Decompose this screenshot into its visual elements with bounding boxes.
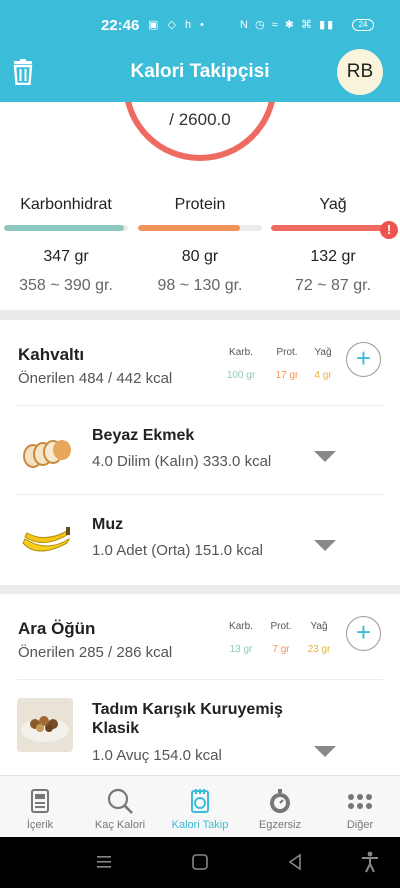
system-nav-bar xyxy=(0,837,400,888)
tracker-icon xyxy=(191,789,209,813)
back-icon[interactable] xyxy=(283,850,307,874)
food-name: Beyaz Ekmek xyxy=(92,427,195,444)
food-item[interactable]: Muz 1.0 Adet (Orta) 151.0 kcal xyxy=(17,495,383,584)
nuts-icon xyxy=(17,698,73,752)
fat-label: Yağ xyxy=(310,621,328,632)
recents-icon[interactable] xyxy=(92,850,116,874)
macro-carb-amount: 347 gr xyxy=(43,248,89,265)
chevron-down-icon[interactable] xyxy=(314,451,336,462)
macro-carb-label: Karbonhidrat xyxy=(20,196,112,213)
food-desc: 4.0 Dilim (Kalın) 333.0 kcal xyxy=(92,453,272,470)
meal-fat: Yağ 23 gr xyxy=(302,621,336,655)
macro-carb-fill xyxy=(4,225,125,231)
macro-fat-fill xyxy=(271,225,395,231)
carb-value: 100 gr xyxy=(226,370,256,381)
protein-value: 17 gr xyxy=(275,370,299,381)
meal-protein: Prot. 7 gr xyxy=(264,621,298,655)
status-time: 22:46 xyxy=(101,17,140,34)
stopwatch-icon xyxy=(270,789,290,813)
tab-exercise[interactable]: Egzersiz xyxy=(240,776,320,838)
food-desc: 1.0 Adet (Orta) 151.0 kcal xyxy=(92,542,263,559)
battery-icon: 24 xyxy=(352,19,374,31)
macro-protein: Protein 80 gr 98 ~ 130 gr. xyxy=(138,196,262,295)
meal-title: Kahvaltı xyxy=(18,345,85,364)
app-header: Kalori Takipçisi RB xyxy=(0,40,400,102)
food-desc: 1.0 Avuç 154.0 kcal xyxy=(92,747,222,764)
macro-fat-bar xyxy=(271,225,395,231)
more-icon xyxy=(348,794,372,809)
chevron-down-icon[interactable] xyxy=(314,746,336,757)
meal-protein: Prot. 17 gr xyxy=(270,347,304,381)
chevron-down-icon[interactable] xyxy=(314,540,336,551)
home-icon[interactable] xyxy=(188,850,212,874)
macro-protein-fill xyxy=(138,225,240,231)
macro-protein-label: Protein xyxy=(174,196,226,213)
tab-tracker[interactable]: Kalori Takip xyxy=(160,776,240,838)
calorie-summary: / 2600.0 Karbonhidrat 347 gr 358 ~ 390 g… xyxy=(0,102,400,310)
macro-fat: Yağ 132 gr 72 ~ 87 gr. xyxy=(271,196,395,295)
tab-label: Diğer xyxy=(346,819,374,831)
fat-value: 23 gr xyxy=(307,644,331,655)
macro-protein-bar xyxy=(138,225,262,231)
meal-snack: Ara Öğün Önerilen 285 / 286 kcal Karb. 1… xyxy=(0,594,400,775)
add-food-button[interactable]: + xyxy=(346,616,381,651)
meal-header: Kahvaltı Önerilen 484 / 442 kcal Karb. 1… xyxy=(17,320,383,406)
macro-protein-amount: 80 gr xyxy=(181,248,219,265)
status-bar: 22:46 ▣ ◇ h • N ◷ ≈ ✱ ⌘ ▮▮ 24 xyxy=(0,0,400,40)
tab-label: İçerik xyxy=(26,819,54,831)
meal-title: Ara Öğün xyxy=(18,619,96,638)
meal-subtitle: Önerilen 484 / 442 kcal xyxy=(18,370,173,387)
macro-carb-range: 358 ~ 390 gr. xyxy=(19,277,113,294)
meal-carb: Karb. 100 gr xyxy=(224,347,258,381)
fat-value: 4 gr xyxy=(314,370,332,381)
carb-value: 13 gr xyxy=(229,644,253,655)
carb-label: Karb. xyxy=(229,347,253,358)
content-icon xyxy=(31,789,49,813)
warning-icon[interactable]: ! xyxy=(380,221,398,239)
macro-fat-range: 72 ~ 87 gr. xyxy=(294,277,372,294)
bottom-tab-bar: İçerik Kaç Kalori Kalori Takip Egzersiz … xyxy=(0,775,400,837)
tab-content[interactable]: İçerik xyxy=(0,776,80,838)
tab-calories[interactable]: Kaç Kalori xyxy=(80,776,160,838)
food-item[interactable]: Tadım Karışık Kuruyemiş Klasik 1.0 Avuç … xyxy=(17,680,383,769)
meal-fat: Yağ 4 gr xyxy=(306,347,340,381)
meal-subtitle: Önerilen 285 / 286 kcal xyxy=(18,644,173,661)
tab-label: Kaç Kalori xyxy=(94,819,146,831)
fat-label: Yağ xyxy=(314,347,332,358)
macro-carb: Karbonhidrat 347 gr 358 ~ 390 gr. xyxy=(4,196,128,295)
banana-icon xyxy=(17,513,73,567)
protein-value: 7 gr xyxy=(272,644,290,655)
macro-carb-bar xyxy=(4,225,128,231)
meal-header: Ara Öğün Önerilen 285 / 286 kcal Karb. 1… xyxy=(17,594,383,680)
protein-label: Prot. xyxy=(276,347,298,358)
tab-label: Kalori Takip xyxy=(171,819,229,831)
macro-fat-label: Yağ xyxy=(319,196,347,213)
meal-carb: Karb. 13 gr xyxy=(224,621,258,655)
system-icons: N ◷ ≈ ✱ ⌘ ▮▮ xyxy=(240,19,336,31)
macro-fat-amount: 132 gr xyxy=(310,248,356,265)
tab-label: Egzersiz xyxy=(258,819,302,831)
meal-breakfast: Kahvaltı Önerilen 484 / 442 kcal Karb. 1… xyxy=(0,320,400,585)
carb-label: Karb. xyxy=(229,621,253,632)
avatar[interactable]: RB xyxy=(337,49,383,95)
search-icon xyxy=(107,788,133,814)
food-item[interactable]: Beyaz Ekmek 4.0 Dilim (Kalın) 333.0 kcal xyxy=(17,406,383,495)
add-food-button[interactable]: + xyxy=(346,342,381,377)
bread-icon xyxy=(17,424,73,478)
food-name: Tadım Karışık Kuruyemiş Klasik xyxy=(92,701,283,737)
notification-icons: ▣ ◇ h • xyxy=(148,19,207,31)
accessibility-icon[interactable] xyxy=(358,850,382,874)
calorie-total: / 2600.0 xyxy=(169,110,231,129)
food-name: Muz xyxy=(92,516,124,533)
tab-more[interactable]: Diğer xyxy=(320,776,400,838)
macro-protein-range: 98 ~ 130 gr. xyxy=(157,277,243,294)
protein-label: Prot. xyxy=(270,621,292,632)
